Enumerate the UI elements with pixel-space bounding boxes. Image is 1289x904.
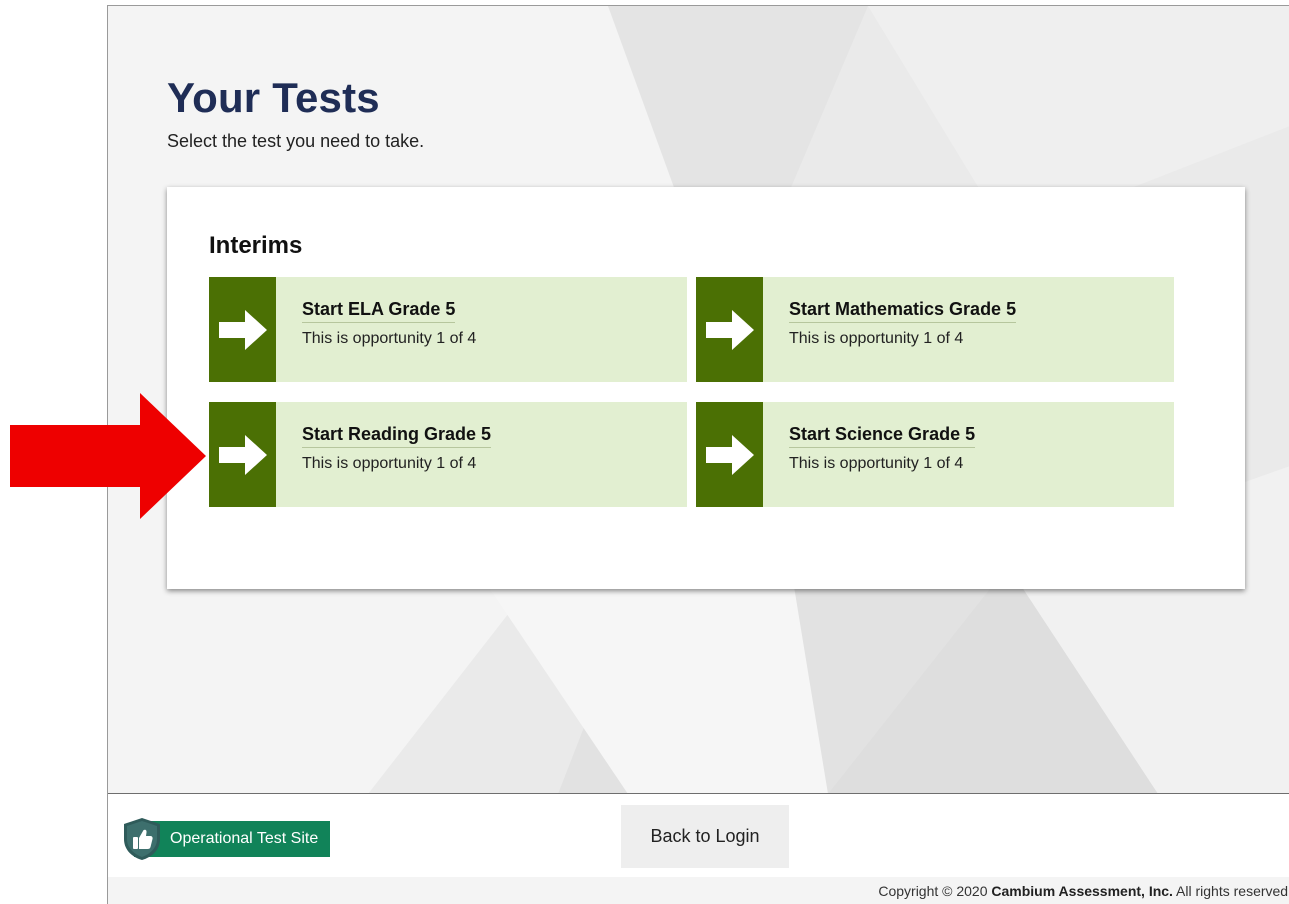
app-window: Your Tests Select the test you need to t… [107, 5, 1289, 904]
copyright-suffix: All rights reserved. [1172, 883, 1289, 899]
copyright-text: Copyright © 2020 Cambium Assessment, Inc… [878, 883, 1289, 899]
test-opportunity: This is opportunity 1 of 4 [789, 455, 964, 472]
copyright-prefix: Copyright © 2020 [878, 883, 992, 899]
arrow-right-icon [696, 402, 763, 507]
tests-card: Interims Start ELA Grade 5 This is oppor… [167, 187, 1245, 589]
test-tile-ela[interactable]: Start ELA Grade 5 This is opportunity 1 … [209, 277, 687, 382]
test-title[interactable]: Start Science Grade 5 [789, 424, 976, 448]
test-opportunity: This is opportunity 1 of 4 [302, 330, 477, 347]
test-tile-reading[interactable]: Start Reading Grade 5 This is opportunit… [209, 402, 687, 507]
thumbs-up-shield-icon [124, 818, 160, 860]
red-arrow-annotation [10, 393, 206, 519]
test-tile-mathematics[interactable]: Start Mathematics Grade 5 This is opport… [696, 277, 1174, 382]
arrow-right-icon [696, 277, 763, 382]
copyright-bar: Copyright © 2020 Cambium Assessment, Inc… [108, 877, 1289, 904]
page-title: Your Tests [167, 74, 380, 121]
operational-site-badge: Operational Test Site [122, 817, 331, 861]
back-to-login-button[interactable]: Back to Login [621, 805, 789, 868]
copyright-company: Cambium Assessment, Inc. [991, 883, 1173, 899]
test-opportunity: This is opportunity 1 of 4 [302, 455, 477, 472]
test-tile-science[interactable]: Start Science Grade 5 This is opportunit… [696, 402, 1174, 507]
page-subtitle: Select the test you need to take. [167, 131, 425, 151]
footer: Operational Test Site Back to Login Copy… [108, 794, 1289, 904]
arrow-right-icon [209, 402, 276, 507]
site-label: Operational Test Site [134, 821, 331, 857]
test-title[interactable]: Start Reading Grade 5 [302, 424, 492, 448]
test-title[interactable]: Start ELA Grade 5 [302, 299, 456, 323]
test-opportunity: This is opportunity 1 of 4 [789, 330, 964, 347]
section-heading: Interims [209, 232, 303, 259]
test-title[interactable]: Start Mathematics Grade 5 [789, 299, 1017, 323]
arrow-right-icon [209, 277, 276, 382]
